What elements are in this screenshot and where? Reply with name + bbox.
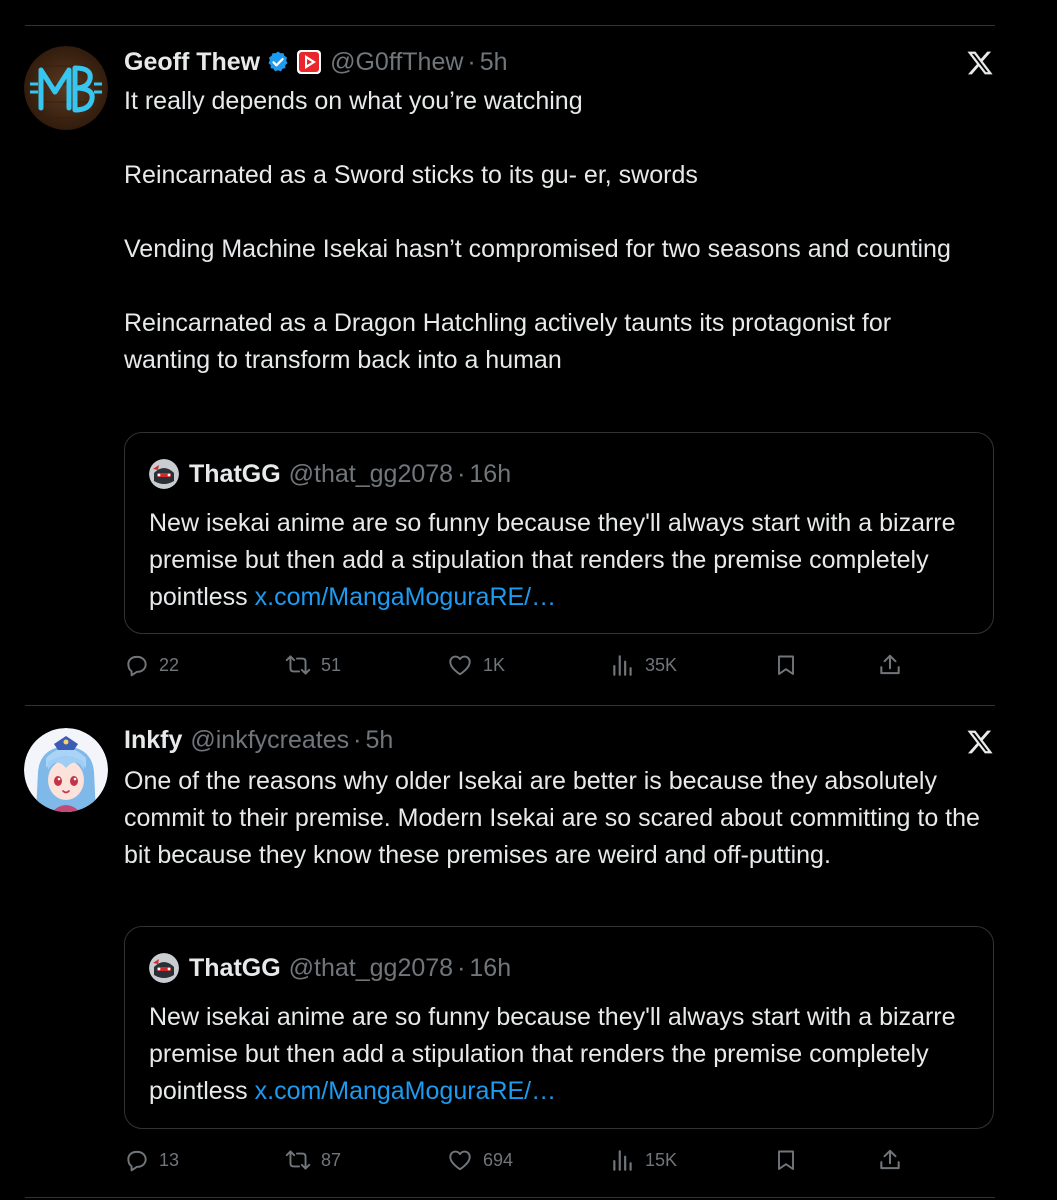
- reply-icon: [127, 1150, 147, 1172]
- tweet-paragraph: One of the reasons why older Isekai are …: [124, 767, 980, 869]
- repost-button[interactable]: 87: [284, 1145, 341, 1175]
- tweet-text: It really depends on what you’re watchin…: [124, 83, 984, 379]
- quote-author-name: ThatGG: [189, 953, 281, 982]
- avatar[interactable]: [24, 728, 108, 812]
- tweet[interactable]: Inkfy @inkfycreates · 5h One of the reas…: [0, 706, 1057, 1200]
- separator-dot: ·: [467, 47, 476, 76]
- quote-author-handle: @that_gg2078: [288, 459, 454, 488]
- quote-author-handle: @that_gg2078: [288, 953, 454, 982]
- reply-count: 22: [159, 654, 180, 675]
- separator-dot: ·: [353, 725, 362, 754]
- author-name[interactable]: Inkfy: [124, 726, 182, 755]
- bookmark-button[interactable]: [774, 650, 798, 680]
- quote-tweet[interactable]: ThatGG @that_gg2078 · 16h New isekai ani…: [124, 432, 994, 634]
- quote-link[interactable]: x.com/MangaMoguraRE/…: [255, 583, 557, 611]
- share-button[interactable]: [877, 650, 903, 680]
- reply-button[interactable]: 13: [124, 1145, 179, 1175]
- mb-logo-avatar-icon: [24, 46, 108, 130]
- verified-badge-icon: [266, 50, 290, 74]
- author-name[interactable]: Geoff Thew: [124, 48, 260, 77]
- views-icon: [613, 655, 632, 676]
- quote-header: ThatGG @that_gg2078 · 16h: [149, 457, 511, 491]
- quote-avatar[interactable]: [149, 953, 179, 983]
- share-icon: [880, 1149, 900, 1170]
- repost-button[interactable]: 51: [284, 650, 341, 680]
- views-count: 35K: [645, 654, 678, 675]
- anime-girl-avatar-icon: [24, 728, 108, 812]
- robot-avatar-icon: [149, 953, 179, 983]
- tweet-actions: 13 87 694 15K: [124, 1145, 914, 1175]
- views-button[interactable]: 15K: [610, 1145, 677, 1175]
- repost-icon: [285, 1150, 311, 1170]
- quote-tweet[interactable]: ThatGG @that_gg2078 · 16h New isekai ani…: [124, 926, 994, 1129]
- views-button[interactable]: 35K: [610, 650, 677, 680]
- tweet-paragraph: Reincarnated as a Dragon Hatchling activ…: [124, 309, 892, 374]
- share-button[interactable]: [877, 1145, 903, 1175]
- repost-icon: [285, 655, 311, 675]
- timestamp[interactable]: 5h: [365, 726, 393, 755]
- separator-dot: ·: [457, 459, 466, 488]
- like-count: 1K: [483, 654, 506, 675]
- tweet-header: Inkfy @inkfycreates · 5h: [124, 722, 393, 758]
- robot-avatar-icon: [149, 459, 179, 489]
- tweet-paragraph: Reincarnated as a Sword sticks to its gu…: [124, 161, 698, 189]
- like-button[interactable]: 1K: [446, 650, 505, 680]
- reply-count: 13: [159, 1149, 180, 1170]
- reply-button[interactable]: 22: [124, 650, 179, 680]
- repost-count: 87: [321, 1149, 342, 1170]
- author-handle[interactable]: @inkfycreates: [190, 726, 349, 755]
- like-icon: [449, 1150, 471, 1171]
- bookmark-icon: [778, 655, 794, 675]
- bookmark-button[interactable]: [774, 1145, 798, 1175]
- tweet-text: One of the reasons why older Isekai are …: [124, 763, 984, 874]
- reply-icon: [127, 655, 147, 677]
- tweet-paragraph: It really depends on what you’re watchin…: [124, 87, 583, 115]
- quote-text: New isekai anime are so funny because th…: [149, 999, 979, 1110]
- quote-text: New isekai anime are so funny because th…: [149, 505, 979, 616]
- separator-dot: ·: [457, 953, 466, 982]
- x-logo-icon[interactable]: [966, 49, 994, 77]
- tweet-actions: 22 51 1K 35K: [124, 650, 914, 680]
- avatar[interactable]: [24, 46, 108, 130]
- tweet-paragraph: Vending Machine Isekai hasn’t compromise…: [124, 235, 951, 263]
- views-icon: [613, 1150, 632, 1171]
- tweet[interactable]: Geoff Thew @G0ffThew · 5h It really depe…: [0, 0, 1057, 705]
- share-icon: [880, 654, 900, 675]
- like-button[interactable]: 694: [446, 1145, 513, 1175]
- author-handle[interactable]: @G0ffThew: [330, 48, 463, 77]
- quote-timestamp: 16h: [469, 459, 512, 488]
- quote-avatar[interactable]: [149, 459, 179, 489]
- bookmark-icon: [778, 1150, 794, 1170]
- quote-header: ThatGG @that_gg2078 · 16h: [149, 951, 511, 985]
- repost-count: 51: [321, 654, 342, 675]
- x-logo-icon[interactable]: [966, 728, 994, 756]
- like-icon: [449, 655, 471, 676]
- views-count: 15K: [645, 1149, 678, 1170]
- timestamp[interactable]: 5h: [480, 48, 508, 77]
- quote-timestamp: 16h: [469, 953, 512, 982]
- affiliate-badge-icon[interactable]: [296, 49, 322, 75]
- bottom-divider: [25, 1197, 995, 1198]
- quote-author-name: ThatGG: [189, 459, 281, 488]
- like-count: 694: [483, 1149, 514, 1170]
- tweet-header: Geoff Thew @G0ffThew · 5h: [124, 44, 508, 80]
- quote-link[interactable]: x.com/MangaMoguraRE/…: [255, 1077, 557, 1105]
